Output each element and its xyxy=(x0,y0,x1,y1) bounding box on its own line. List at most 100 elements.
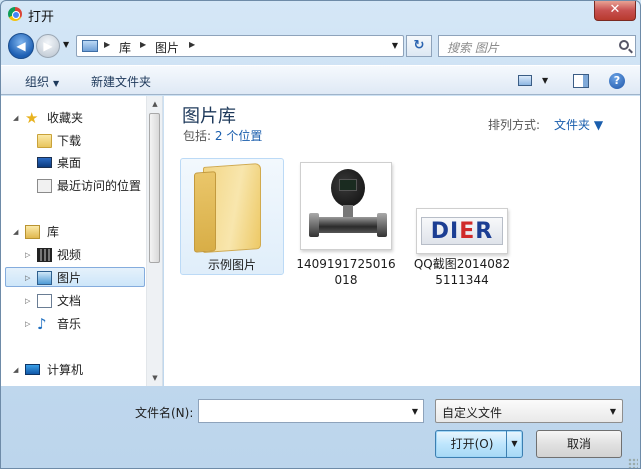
dialog-footer: 文件名(N): ▼ 自定义文件 ▼ 打开(O) ▼ 取消 xyxy=(1,387,640,468)
nav-item-videos[interactable]: ▷ 视频 xyxy=(5,245,145,265)
nav-item-music[interactable]: ▷ ♪ 音乐 xyxy=(5,314,145,334)
resize-grip-icon[interactable] xyxy=(628,458,638,468)
nav-label: 文档 xyxy=(57,294,82,308)
arrange-by-dropdown[interactable]: 文件夹 ▼ xyxy=(554,116,603,133)
dier-logo-part: E xyxy=(459,219,476,244)
nav-favorites[interactable]: ◢ ★ 收藏夹 xyxy=(5,108,145,128)
filename-input[interactable]: ▼ xyxy=(198,399,424,423)
desktop-icon xyxy=(37,157,52,168)
nav-label: 视频 xyxy=(57,248,82,262)
dier-logo-part: DI xyxy=(430,219,460,244)
close-button[interactable]: ✕ xyxy=(594,1,636,21)
organize-label: 组织 xyxy=(25,75,50,89)
dier-logo-text: DIER xyxy=(422,218,502,246)
open-options-dropdown[interactable]: ▼ xyxy=(506,431,522,457)
file-type-select[interactable]: 自定义文件 ▼ xyxy=(435,399,623,423)
pictures-library-icon xyxy=(37,271,52,285)
file-item-label: 示例图片 xyxy=(207,258,256,272)
refresh-button[interactable]: ↻ xyxy=(406,35,432,57)
nav-item-desktop[interactable]: 桌面 xyxy=(5,153,145,173)
nav-label: 计算机 xyxy=(47,363,84,377)
breadcrumb-separator[interactable]: ▶ xyxy=(189,40,195,49)
includes-label: 包括: xyxy=(183,129,212,143)
pictures-library-icon xyxy=(82,40,98,52)
file-item-label: QQ截图20140825111344 xyxy=(413,257,511,287)
back-button[interactable]: ◀ xyxy=(8,33,34,59)
documents-library-icon xyxy=(37,294,52,308)
chevron-down-icon: ▼ xyxy=(53,79,60,88)
forward-button[interactable]: ▶ xyxy=(36,34,60,58)
collapsed-arrow-icon[interactable]: ▷ xyxy=(25,314,30,334)
recent-locations-dropdown[interactable]: ▼ xyxy=(63,40,69,49)
view-options-dropdown[interactable]: ▼ xyxy=(542,76,548,85)
breadcrumb-libraries[interactable]: 库 xyxy=(119,39,131,56)
address-dropdown-icon[interactable]: ▼ xyxy=(392,41,398,50)
nav-scrollbar[interactable]: ▲ ▼ xyxy=(146,96,162,386)
image-thumbnail: DIER xyxy=(416,208,508,254)
nav-label: 收藏夹 xyxy=(47,111,84,125)
recent-places-icon xyxy=(37,179,52,193)
scroll-up-button[interactable]: ▲ xyxy=(147,96,163,112)
change-view-icon[interactable] xyxy=(518,75,532,86)
open-button-label[interactable]: 打开(O) xyxy=(436,431,508,457)
library-folder-icon xyxy=(25,225,40,239)
filename-label: 文件名(N): xyxy=(135,406,194,420)
window-title: 打开 xyxy=(28,10,55,25)
flow-meter-pipe-shape xyxy=(311,217,385,233)
scroll-thumb[interactable] xyxy=(149,113,160,263)
flow-meter-flange-shape xyxy=(377,213,387,237)
flow-meter-display-shape xyxy=(339,179,357,191)
breadcrumb-separator[interactable]: ▶ xyxy=(104,40,110,49)
image-thumbnail xyxy=(300,162,392,250)
nav-item-pictures[interactable]: ▷ 图片 xyxy=(5,267,145,287)
file-item-sample-pictures[interactable]: 示例图片 xyxy=(180,158,284,275)
star-icon: ★ xyxy=(25,109,39,127)
search-input[interactable]: 搜索 图片 xyxy=(447,39,499,56)
expanded-arrow-icon[interactable]: ◢ xyxy=(13,108,18,128)
downloads-folder-icon xyxy=(37,134,52,148)
search-box[interactable]: 搜索 图片 xyxy=(438,35,636,57)
chevron-down-icon[interactable]: ▼ xyxy=(610,407,616,416)
navigation-pane: ◢ ★ 收藏夹 下载 桌面 最近访问的位置 ◢ 库 ▷ 视频 ▷ 图片 ▷ 文档… xyxy=(1,96,163,386)
file-item-label: 1409191725016018 xyxy=(296,257,396,287)
expanded-arrow-icon[interactable]: ◢ xyxy=(13,222,18,242)
nav-item-documents[interactable]: ▷ 文档 xyxy=(5,291,145,311)
nav-item-recent-places[interactable]: 最近访问的位置 xyxy=(5,176,145,196)
address-bar[interactable]: ▶ 库 ▶ 图片 ▶ ▼ xyxy=(76,35,404,57)
new-folder-button[interactable]: 新建文件夹 xyxy=(91,73,151,90)
preview-pane-icon[interactable] xyxy=(573,74,589,88)
collapsed-arrow-icon[interactable]: ▷ xyxy=(25,245,30,265)
search-icon[interactable] xyxy=(619,40,629,50)
computer-icon xyxy=(25,364,40,375)
breadcrumb-pictures[interactable]: 图片 xyxy=(155,39,179,56)
open-button[interactable]: 打开(O) ▼ xyxy=(435,430,523,458)
arrange-by-label: 排列方式: xyxy=(488,118,541,132)
expanded-arrow-icon[interactable]: ◢ xyxy=(13,360,18,380)
collapsed-arrow-icon[interactable]: ▷ xyxy=(25,291,30,311)
open-file-dialog: 打开 ✕ ◀ ▶ ▼ ▶ 库 ▶ 图片 ▶ ▼ ↻ 搜索 图片 组织 ▼ 新建文件… xyxy=(0,0,641,469)
includes-locations-link[interactable]: 2 个位置 xyxy=(215,129,262,143)
filename-history-dropdown[interactable]: ▼ xyxy=(412,407,418,416)
organize-button[interactable]: 组织 ▼ xyxy=(25,73,59,90)
cancel-button[interactable]: 取消 xyxy=(536,430,622,458)
scroll-down-button[interactable]: ▼ xyxy=(147,370,163,386)
music-note-icon: ♪ xyxy=(37,315,47,333)
command-toolbar: 组织 ▼ 新建文件夹 ▼ ? xyxy=(1,65,640,95)
nav-label: 图片 xyxy=(57,271,82,285)
file-item-image-1[interactable]: 1409191725016018 xyxy=(296,158,400,290)
dier-logo: DIER xyxy=(421,217,503,245)
nav-label: 最近访问的位置 xyxy=(57,179,142,193)
help-icon[interactable]: ? xyxy=(609,73,625,89)
file-item-image-2[interactable]: DIER QQ截图20140825111344 xyxy=(410,206,514,312)
flow-meter-flange-shape xyxy=(309,213,319,237)
title-bar: 打开 ✕ xyxy=(1,1,640,29)
nav-label: 库 xyxy=(47,225,60,239)
collapsed-arrow-icon[interactable]: ▷ xyxy=(25,268,30,288)
nav-libraries[interactable]: ◢ 库 xyxy=(5,222,145,242)
folder-icon xyxy=(203,162,261,254)
breadcrumb-separator[interactable]: ▶ xyxy=(140,40,146,49)
nav-item-downloads[interactable]: 下载 xyxy=(5,131,145,151)
file-type-value[interactable]: 自定义文件 xyxy=(442,404,502,421)
library-title: 图片库 xyxy=(182,106,236,127)
nav-computer[interactable]: ◢ 计算机 xyxy=(5,360,145,380)
